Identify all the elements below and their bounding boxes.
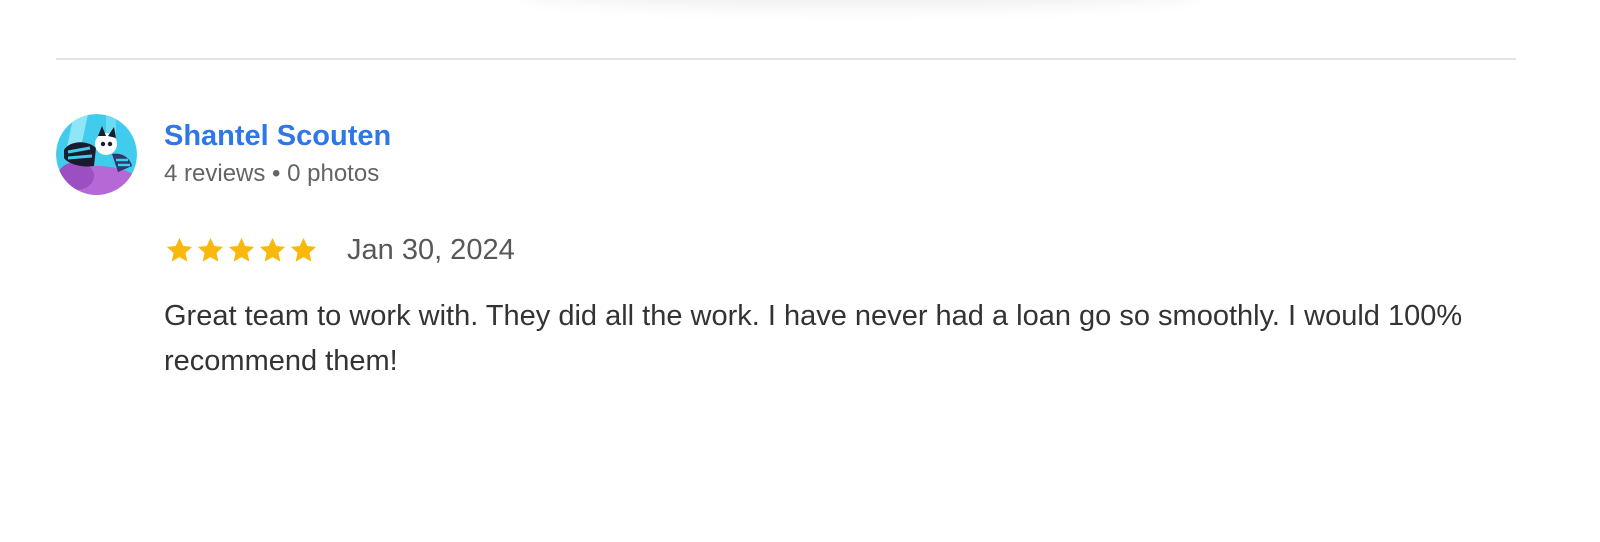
star-icon xyxy=(166,237,193,262)
reviewer-name-link[interactable]: Shantel Scouten xyxy=(164,118,391,154)
reviewer-photo-count: 0 photos xyxy=(287,160,380,187)
reviewer-avatar[interactable] xyxy=(56,114,137,195)
review-date: Jan 30, 2024 xyxy=(347,233,515,266)
review-text: Great team to work with. They did all th… xyxy=(164,300,1463,377)
star-icon xyxy=(259,237,286,262)
star-icon xyxy=(228,237,255,262)
cartoon-avatar-icon xyxy=(56,114,137,195)
star-icon xyxy=(290,237,317,262)
meta-separator: • xyxy=(272,160,281,187)
reviewer-stats: 4 reviews • 0 photos xyxy=(164,159,391,189)
star-icon xyxy=(197,237,224,262)
section-divider xyxy=(56,58,1516,60)
reviewer-review-count: 4 reviews xyxy=(164,160,266,187)
reviewer-info: Shantel Scouten 4 reviews • 0 photos xyxy=(164,118,391,189)
rating-row: Jan 30, 2024 xyxy=(164,232,515,268)
star-rating xyxy=(164,235,319,266)
